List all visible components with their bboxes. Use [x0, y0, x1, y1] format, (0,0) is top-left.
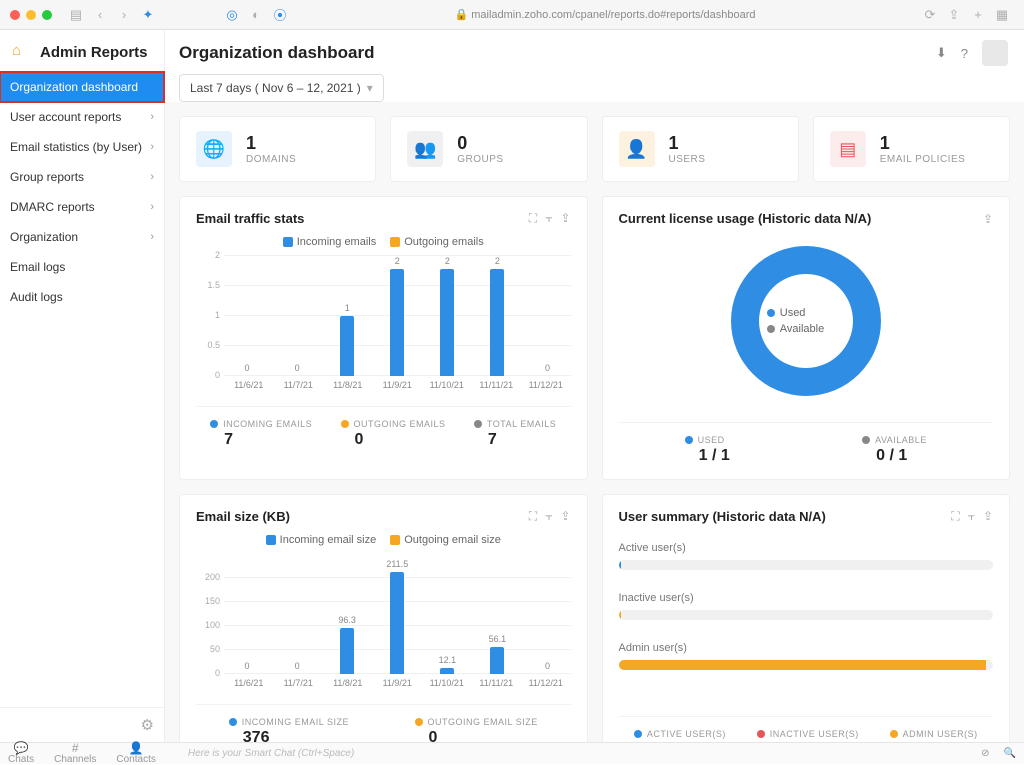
summary-row: 🌐 1DOMAINS 👥 0GROUPS 👤 1USERS ▤ 1EMAIL P…	[179, 116, 1010, 182]
content-area: Organization dashboard ⬇ ? Last 7 days (…	[165, 30, 1024, 742]
window-traffic-lights	[10, 10, 52, 20]
topbar: Organization dashboard ⬇ ?	[165, 30, 1024, 74]
panel-email-traffic: Email traffic stats ⛶ ⫟ ⇪ Incoming email…	[179, 196, 588, 480]
expand-icon[interactable]: ⛶	[529, 509, 537, 524]
panel-title: Email size (KB)	[196, 509, 290, 524]
browser-chrome: ▤ ‹ › ✦ ◎ ◐ ⦿ 🔒 mailadmin.zoho.com/cpane…	[0, 0, 1024, 30]
chevron-right-icon: ›	[150, 231, 154, 243]
expand-icon[interactable]: ⛶	[951, 509, 959, 524]
sidebar-toggle-icon[interactable]: ▤	[67, 6, 85, 24]
summary-card-domains[interactable]: 🌐 1DOMAINS	[179, 116, 376, 182]
settings-badge-icon[interactable]: ⦿	[271, 6, 289, 24]
sidebar-item-organization[interactable]: Organization›	[0, 222, 164, 252]
export-icon[interactable]: ⇪	[560, 211, 570, 226]
panel-title: User summary (Historic data N/A)	[619, 509, 826, 524]
chevron-right-icon: ›	[150, 141, 154, 153]
sidebar-item-audit-logs[interactable]: Audit logs	[0, 282, 164, 312]
chart-type-icon[interactable]: ⫟	[968, 509, 975, 524]
bar-chart-email-size: 0 50 100 150 200 0 0 96.3 211.5 12.1	[196, 554, 571, 674]
user-icon: 👤	[619, 131, 655, 167]
expand-icon[interactable]: ⛶	[529, 211, 537, 226]
date-range-picker[interactable]: Last 7 days ( Nov 6 – 12, 2021 ) ▾	[179, 74, 384, 102]
close-window[interactable]	[10, 10, 20, 20]
export-icon[interactable]: ⇪	[983, 212, 993, 226]
group-icon: 👥	[407, 131, 443, 167]
summary-card-groups[interactable]: 👥 0GROUPS	[390, 116, 587, 182]
sidebar: ⌂ Admin Reports Organization dashboard U…	[0, 30, 165, 742]
status-bar: 💬Chats #Channels 👤Contacts Here is your …	[0, 742, 1024, 764]
avatar[interactable]	[982, 40, 1008, 66]
extension-icon[interactable]: ◎	[223, 6, 241, 24]
sidebar-item-group-reports[interactable]: Group reports›	[0, 162, 164, 192]
panel-title: Current license usage (Historic data N/A…	[619, 211, 872, 226]
reader-icon[interactable]: ◐	[247, 6, 265, 24]
address-bar[interactable]: 🔒 mailadmin.zoho.com/cpanel/reports.do#r…	[292, 8, 918, 21]
page-title: Organization dashboard	[179, 43, 375, 63]
sidebar-settings[interactable]: ⚙	[0, 707, 164, 742]
sidebar-item-dmarc-reports[interactable]: DMARC reports›	[0, 192, 164, 222]
policy-icon: ▤	[830, 131, 866, 167]
new-tab-icon[interactable]: +	[969, 6, 987, 24]
chat-icon: 💬	[14, 742, 29, 754]
reload-icon[interactable]: ⟳	[921, 6, 939, 24]
sidebar-item-email-statistics[interactable]: Email statistics (by User)›	[0, 132, 164, 162]
contacts-icon: 👤	[129, 742, 144, 754]
download-icon[interactable]: ⬇	[936, 45, 947, 61]
summary-card-users[interactable]: 👤 1USERS	[602, 116, 799, 182]
shield-icon[interactable]: ✦	[139, 6, 157, 24]
bar-chart-traffic: 0 0.5 1 1.5 2 0 0 1 2 2 2	[196, 256, 571, 376]
statusbar-contacts[interactable]: 👤Contacts	[116, 742, 155, 765]
chart-legend: Incoming email size Outgoing email size	[196, 534, 571, 546]
chevron-down-icon: ▾	[367, 81, 373, 95]
donut-chart-license: Used Available	[619, 236, 994, 406]
sidebar-item-user-account-reports[interactable]: User account reports›	[0, 102, 164, 132]
chevron-right-icon: ›	[150, 171, 154, 183]
panel-license-usage: Current license usage (Historic data N/A…	[602, 196, 1011, 480]
channel-icon: #	[72, 742, 79, 754]
statusbar-chats[interactable]: 💬Chats	[8, 742, 34, 765]
app-logo-icon: ⌂	[12, 42, 32, 62]
export-icon[interactable]: ⇪	[983, 509, 993, 524]
statusbar-notification-icon[interactable]: ⊘	[981, 748, 989, 759]
panel-email-size: Email size (KB) ⛶ ⫟ ⇪ Incoming email siz…	[179, 494, 588, 742]
share-icon[interactable]: ⇪	[945, 6, 963, 24]
maximize-window[interactable]	[42, 10, 52, 20]
forward-icon[interactable]: ›	[115, 6, 133, 24]
chevron-right-icon: ›	[150, 111, 154, 123]
back-icon[interactable]: ‹	[91, 6, 109, 24]
chart-type-icon[interactable]: ⫟	[545, 509, 552, 524]
sidebar-title: Admin Reports	[40, 44, 148, 61]
globe-icon: 🌐	[196, 131, 232, 167]
tabs-overview-icon[interactable]: ▦	[993, 6, 1011, 24]
chevron-right-icon: ›	[150, 201, 154, 213]
panel-user-summary: User summary (Historic data N/A) ⛶ ⫟ ⇪ A…	[602, 494, 1011, 742]
chart-legend: Incoming emails Outgoing emails	[196, 236, 571, 248]
summary-card-policies[interactable]: ▤ 1EMAIL POLICIES	[813, 116, 1010, 182]
export-icon[interactable]: ⇪	[560, 509, 570, 524]
sidebar-item-org-dashboard[interactable]: Organization dashboard	[0, 72, 164, 102]
statusbar-search-icon[interactable]: 🔍	[1004, 748, 1016, 759]
chart-type-icon[interactable]: ⫟	[545, 211, 552, 226]
sidebar-header: ⌂ Admin Reports	[0, 30, 164, 72]
statusbar-channels[interactable]: #Channels	[54, 742, 96, 765]
minimize-window[interactable]	[26, 10, 36, 20]
sidebar-item-email-logs[interactable]: Email logs	[0, 252, 164, 282]
panel-title: Email traffic stats	[196, 211, 304, 226]
user-summary-bars: Active user(s) Inactive user(s) Admin us…	[619, 534, 994, 700]
help-icon[interactable]: ?	[961, 46, 968, 61]
gear-icon: ⚙	[141, 717, 154, 734]
smart-chat-hint[interactable]: Here is your Smart Chat (Ctrl+Space)	[176, 748, 961, 759]
